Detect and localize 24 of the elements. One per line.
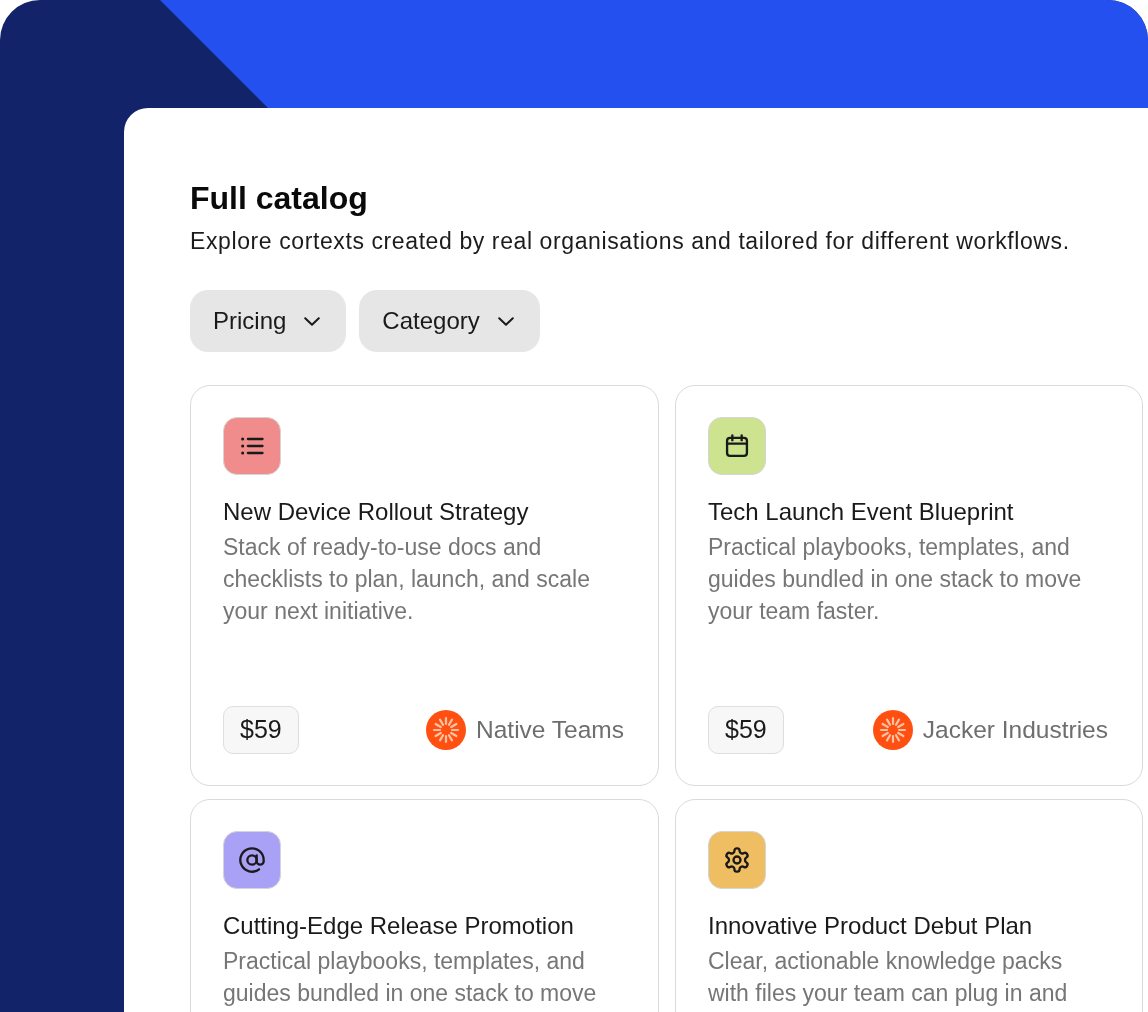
chevron-down-icon [304, 316, 321, 326]
filter-dropdown[interactable]: Category [359, 290, 540, 352]
catalog-card[interactable]: Cutting-Edge Release Promotion Practical playbooks, templates, and guides bundled in one stack to move [190, 799, 659, 1012]
card-title: Tech Launch Event Blueprint [708, 497, 1014, 527]
card-title: Cutting-Edge Release Promotion [223, 911, 574, 941]
card-title: New Device Rollout Strategy [223, 497, 529, 527]
organization-name: Native Teams [476, 714, 624, 745]
filter-dropdown[interactable]: Pricing [190, 290, 347, 352]
organization-name: Jacker Industries [922, 714, 1108, 745]
catalog-card[interactable]: New Device Rollout Strategy Stack of ready-to-use docs and checklists to plan, launch, and scale your next initiative. $59 Native Teams [190, 385, 659, 786]
sunburst-icon [872, 710, 913, 750]
card-description: Practical playbooks, templates, and guides bundled in one stack to move [223, 947, 598, 1008]
card-description: Practical playbooks, templates, and guides bundled in one stack to move your team faster. [708, 533, 1083, 626]
price-tag: $59 [708, 706, 784, 754]
chevron-down-icon [497, 316, 514, 326]
catalog-card[interactable]: Innovative Product Debut Plan Clear, actionable knowledge packs with files your team can plug in and [675, 799, 1143, 1012]
card-description: Stack of ready-to-use docs and checklists to plan, launch, and scale your next initiative. [223, 533, 591, 626]
card-description: Clear, actionable knowledge packs with files your team can plug in and [708, 947, 1069, 1008]
catalog-card[interactable]: Tech Launch Event Blueprint Practical playbooks, templates, and guides bundled in one stack to move your team faster. $59 Jacker Industries [675, 385, 1143, 786]
sunburst-icon [426, 710, 466, 750]
card-title: Innovative Product Debut Plan [708, 911, 1033, 941]
price-tag: $59 [223, 706, 299, 754]
catalog-subtitle: Explore cortexts created by real organisations and tailored for different workflows. [190, 227, 1070, 256]
catalog-title: Full catalog [190, 179, 368, 217]
